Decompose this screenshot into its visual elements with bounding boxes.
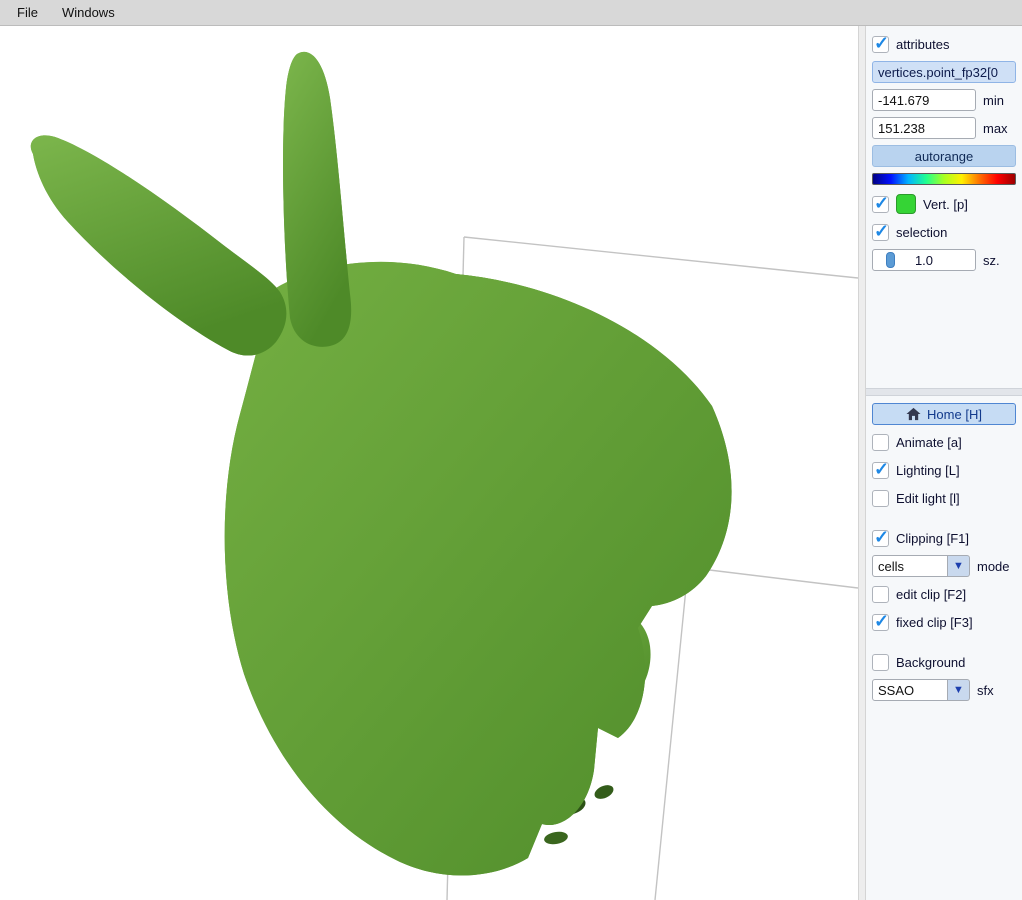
- vert-row: Vert. [p]: [872, 193, 1016, 215]
- view-section: Home [H] Animate [a] Lighting [L] Edit l…: [866, 396, 1022, 900]
- vert-label: Vert. [p]: [923, 196, 968, 212]
- bunny-model: [30, 51, 732, 876]
- sfx-row: SSAO sfx: [872, 679, 1016, 701]
- selection-row: selection: [872, 221, 1016, 243]
- background-label: Background: [896, 654, 966, 670]
- colormap-bar: [872, 173, 1016, 185]
- autorange-button[interactable]: autorange: [872, 145, 1016, 167]
- lighting-label: Lighting [L]: [896, 462, 960, 478]
- max-label: max: [983, 120, 1008, 136]
- splitter[interactable]: [858, 26, 866, 900]
- selection-checkbox[interactable]: [872, 221, 889, 242]
- clip-mode-label: mode: [977, 558, 1010, 574]
- menubar: File Windows: [0, 0, 1022, 26]
- vert-checkbox[interactable]: [872, 193, 889, 214]
- home-icon: [906, 407, 921, 421]
- dropdown-arrow-icon[interactable]: [948, 555, 970, 577]
- lighting-row: Lighting [L]: [872, 459, 1016, 481]
- edit-light-label: Edit light [l]: [896, 490, 960, 506]
- menu-item-windows[interactable]: Windows: [51, 2, 126, 23]
- sfx-label: sfx: [977, 682, 994, 698]
- clip-mode-row: cells mode: [872, 555, 1016, 577]
- background-row: Background: [872, 651, 1016, 673]
- fixed-clip-row: fixed clip [F3]: [872, 611, 1016, 633]
- size-row: 1.0 sz.: [872, 249, 1016, 271]
- point-color-swatch[interactable]: [896, 194, 916, 214]
- animate-row: Animate [a]: [872, 431, 1016, 453]
- animate-label: Animate [a]: [896, 434, 962, 450]
- edit-clip-checkbox[interactable]: [872, 585, 889, 603]
- edit-clip-row: edit clip [F2]: [872, 583, 1016, 605]
- model-point-cloud: [30, 51, 858, 900]
- attributes-label: attributes: [896, 36, 950, 52]
- size-value: 1.0: [914, 252, 934, 268]
- viewport-3d[interactable]: [0, 26, 858, 900]
- sfx-select[interactable]: SSAO: [872, 679, 970, 701]
- max-input[interactable]: 151.238: [872, 117, 976, 139]
- clipping-label: Clipping [F1]: [896, 530, 969, 546]
- sfx-value: SSAO: [872, 679, 948, 701]
- selection-label: selection: [896, 224, 948, 240]
- size-slider[interactable]: 1.0: [872, 249, 976, 271]
- fixed-clip-checkbox[interactable]: [872, 611, 889, 632]
- clip-mode-select[interactable]: cells: [872, 555, 970, 577]
- panel-right: attributes vertices.point_fp32[0 -141.67…: [866, 26, 1022, 900]
- edit-light-row: Edit light [l]: [872, 487, 1016, 509]
- background-checkbox[interactable]: [872, 653, 889, 671]
- clip-mode-value: cells: [872, 555, 948, 577]
- home-button[interactable]: Home [H]: [872, 403, 1016, 425]
- min-input[interactable]: -141.679: [872, 89, 976, 111]
- attributes-checkbox[interactable]: [872, 33, 889, 54]
- menu-item-file[interactable]: File: [6, 2, 49, 23]
- attributes-row: attributes: [872, 33, 1016, 55]
- lighting-checkbox[interactable]: [872, 459, 889, 480]
- min-label: min: [983, 92, 1004, 108]
- panel-section-divider: [866, 388, 1022, 396]
- edit-light-checkbox[interactable]: [872, 489, 889, 507]
- attributes-section: attributes vertices.point_fp32[0 -141.67…: [866, 26, 1022, 388]
- size-label: sz.: [983, 252, 1000, 268]
- dropdown-arrow-icon[interactable]: [948, 679, 970, 701]
- fixed-clip-label: fixed clip [F3]: [896, 614, 973, 630]
- clipping-row: Clipping [F1]: [872, 527, 1016, 549]
- attribute-name-input[interactable]: vertices.point_fp32[0: [872, 61, 1016, 83]
- clipping-checkbox[interactable]: [872, 527, 889, 548]
- edit-clip-label: edit clip [F2]: [896, 586, 967, 602]
- size-slider-handle[interactable]: [886, 252, 895, 268]
- animate-checkbox[interactable]: [872, 433, 889, 451]
